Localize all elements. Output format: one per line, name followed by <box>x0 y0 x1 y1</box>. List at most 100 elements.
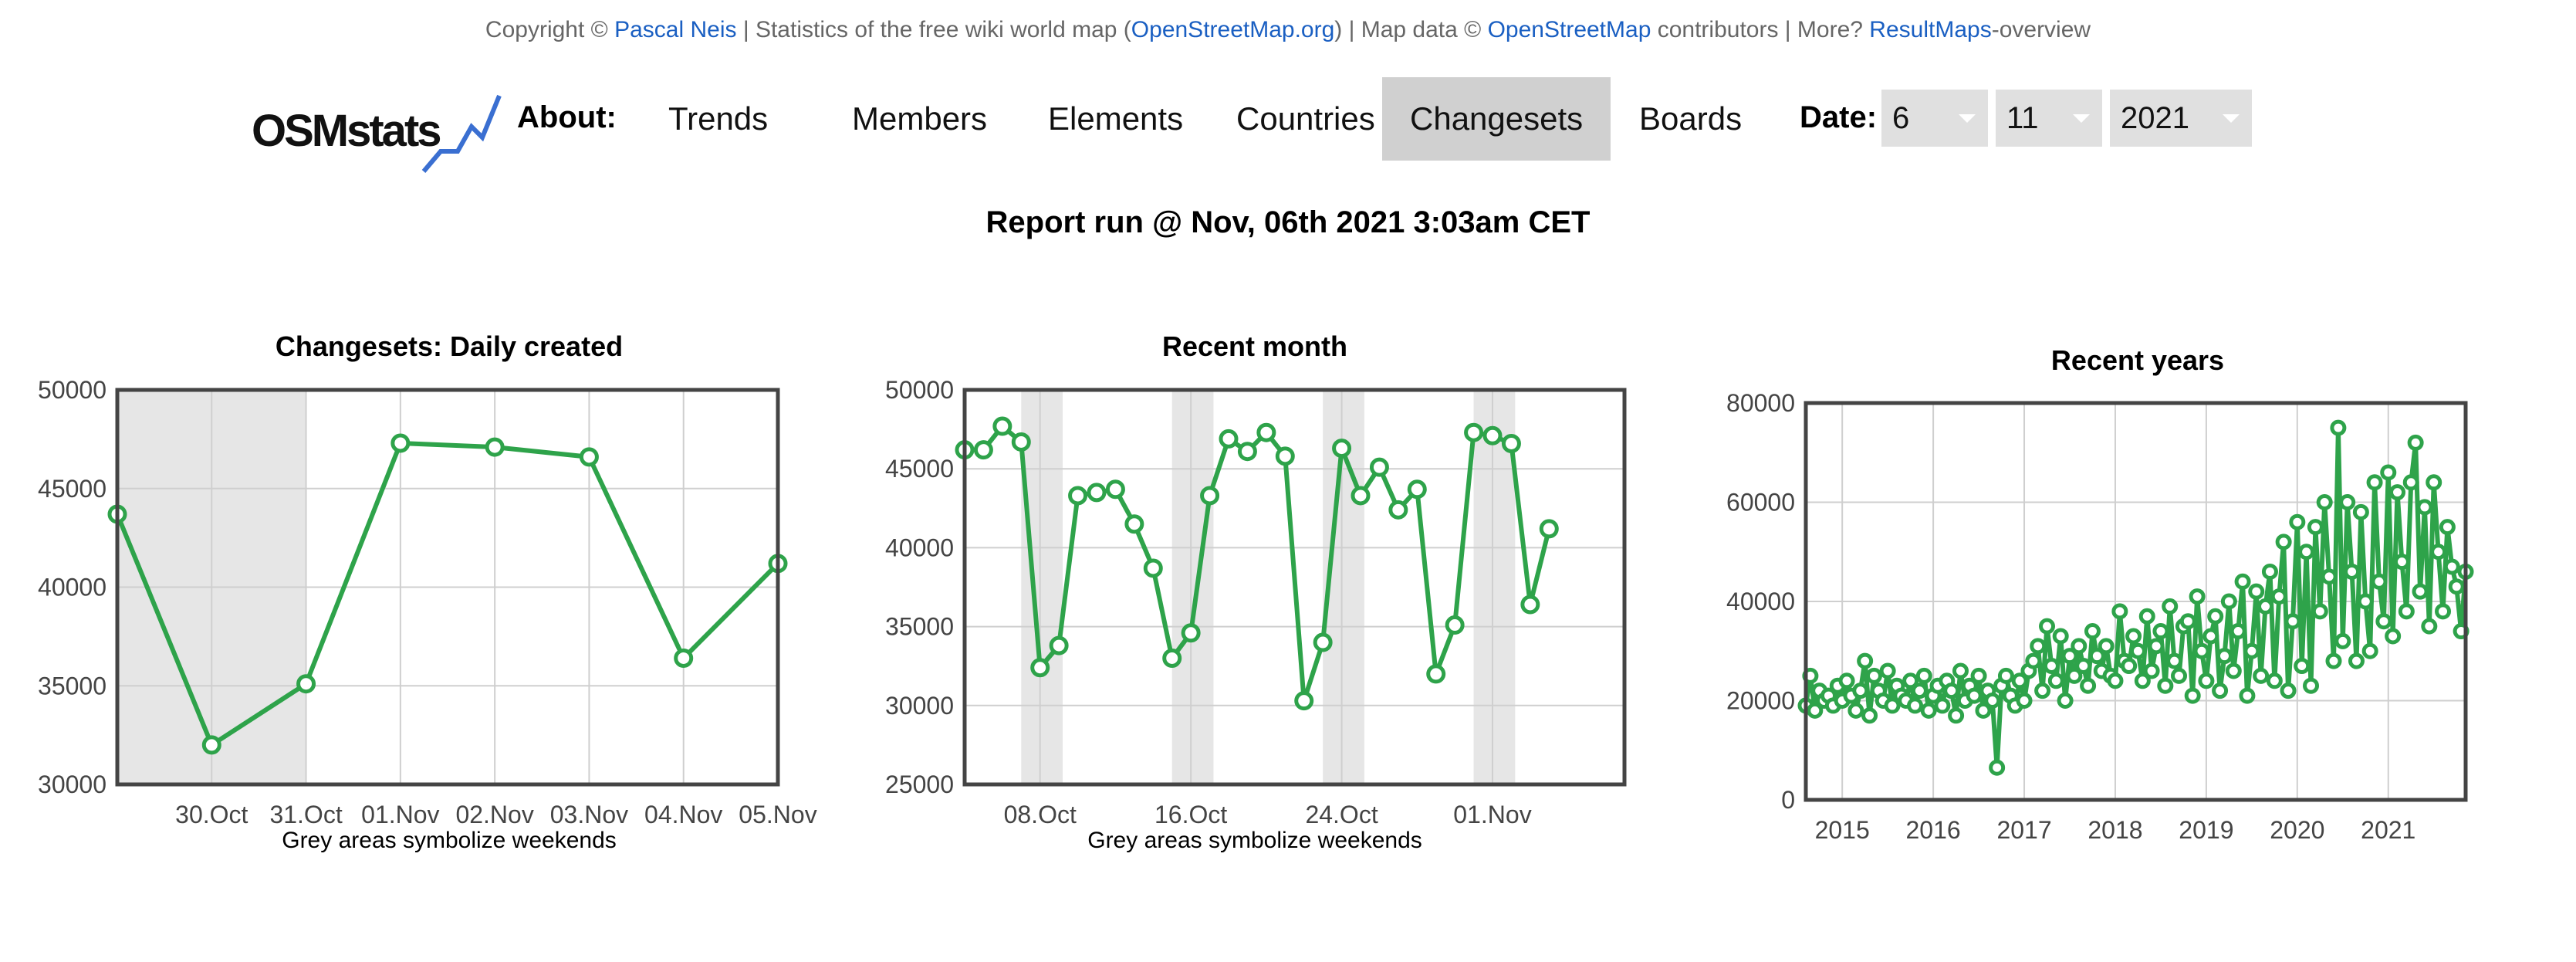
data-point <box>1907 697 1924 714</box>
x-tick-label: 31.Oct <box>269 801 342 828</box>
y-tick-label: 25000 <box>885 771 954 798</box>
data-point <box>1049 635 1069 655</box>
data-point <box>674 648 694 668</box>
data-point <box>2307 519 2324 536</box>
data-point <box>1200 486 1220 506</box>
data-point <box>2234 573 2251 590</box>
data-point <box>1847 702 1864 719</box>
data-point <box>2311 603 2328 620</box>
data-point <box>2239 687 2256 704</box>
charts-canvas: 30000 35000 40000 45000 50000 30.Oct 31.Oct 01.… <box>38 376 2474 844</box>
data-point <box>1143 558 1163 578</box>
data-point <box>2352 503 2369 520</box>
y-tick-label: 50000 <box>885 376 954 404</box>
data-point <box>2416 499 2433 516</box>
data-point <box>2253 667 2270 684</box>
y-tick-label: 60000 <box>1726 489 1795 517</box>
y-tick-label: 30000 <box>38 771 106 798</box>
data-point <box>1388 500 1408 520</box>
data-point <box>2280 683 2297 699</box>
data-point <box>2375 613 2392 630</box>
x-tick-label: 2019 <box>2179 816 2233 844</box>
data-point <box>390 433 411 453</box>
data-point <box>2129 642 2146 659</box>
data-point <box>2243 642 2260 659</box>
data-point <box>1948 707 1965 724</box>
data-point <box>2334 632 2351 649</box>
data-point <box>2361 642 2378 659</box>
data-point <box>2435 603 2452 620</box>
data-point <box>2366 474 2383 491</box>
data-point <box>579 447 599 467</box>
data-point <box>1237 442 1257 462</box>
data-point <box>1294 691 1314 711</box>
chart-2: 25000 30000 35000 40000 45000 50000 08.Oct 16.O… <box>885 376 1627 828</box>
data-point <box>1219 428 1239 449</box>
data-point <box>2371 573 2388 590</box>
data-point <box>1915 667 1932 684</box>
data-point <box>2052 628 2069 645</box>
data-point <box>2084 623 2101 640</box>
data-point <box>485 437 505 457</box>
data-point <box>2143 662 2160 679</box>
data-point <box>1984 693 2001 709</box>
data-point <box>2043 658 2060 675</box>
data-point <box>1852 683 1869 699</box>
y-tick-label: 35000 <box>885 613 954 641</box>
data-point <box>1351 486 1371 506</box>
data-point <box>992 416 1012 436</box>
data-point <box>1970 667 1987 684</box>
data-point <box>1162 648 1182 668</box>
data-point <box>2393 554 2410 571</box>
data-point <box>2189 588 2206 605</box>
data-point <box>2316 494 2333 510</box>
x-tick-label: 30.Oct <box>175 801 248 828</box>
data-point <box>1943 683 1960 699</box>
y-tick-label: 35000 <box>38 672 106 699</box>
y-tick-label: 45000 <box>885 455 954 483</box>
data-point <box>2166 652 2183 669</box>
data-point <box>2138 608 2155 625</box>
data-point <box>2448 578 2465 595</box>
data-point <box>1068 486 1088 506</box>
data-point <box>2225 662 2242 679</box>
data-point <box>2184 687 2201 704</box>
data-point <box>2284 613 2301 630</box>
data-point <box>2426 474 2442 491</box>
data-point <box>2330 419 2347 436</box>
data-point <box>1934 697 1951 714</box>
data-point <box>2220 593 2237 610</box>
x-tick-label: 16.Oct <box>1154 801 1227 828</box>
data-point <box>1501 433 1521 453</box>
data-point <box>2098 638 2115 655</box>
data-point <box>2229 623 2246 640</box>
y-tick-label: 40000 <box>38 574 106 601</box>
data-point <box>1332 439 1352 459</box>
data-point <box>2212 683 2229 699</box>
data-point <box>2148 638 2165 655</box>
data-point <box>2389 484 2406 501</box>
data-point <box>2348 652 2365 669</box>
data-point <box>2039 618 2056 635</box>
data-point <box>2057 693 2074 709</box>
x-tick-label: 2016 <box>1906 816 1961 844</box>
data-point <box>2257 598 2274 615</box>
data-point <box>1426 664 1446 684</box>
y-tick-label: 80000 <box>1726 389 1795 417</box>
x-tick-label: 2020 <box>2270 816 2324 844</box>
data-point <box>973 440 993 460</box>
data-point <box>2152 623 2169 640</box>
data-point <box>1989 759 2006 776</box>
data-point <box>2325 652 2342 669</box>
data-point <box>2193 642 2210 659</box>
y-tick-label: 30000 <box>885 692 954 720</box>
x-tick-label: 24.Oct <box>1305 801 1378 828</box>
data-point <box>2030 638 2047 655</box>
data-point <box>2261 563 2278 580</box>
x-tick-label: 2015 <box>1815 816 1870 844</box>
y-tick-label: 0 <box>1781 786 1795 814</box>
data-point <box>1313 632 1333 652</box>
x-tick-label: 2018 <box>2088 816 2142 844</box>
data-point <box>2025 652 2042 669</box>
data-point <box>2157 677 2174 694</box>
